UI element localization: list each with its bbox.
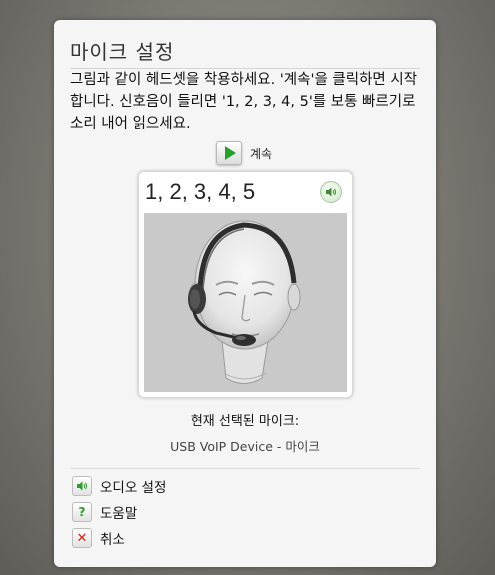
microphone-setup-dialog: 마이크 설정 그림과 같이 헤드셋을 착용하세요. '계속'을 클릭하면 시작합…	[54, 20, 436, 567]
headset-face-illustration	[144, 213, 347, 392]
continue-label: 계속	[250, 146, 273, 161]
links-divider	[70, 468, 420, 469]
audio-settings-label: 오디오 설정	[100, 480, 167, 496]
close-icon: ✕	[72, 528, 92, 548]
count-text: 1, 2, 3, 4, 5	[145, 179, 256, 204]
current-mic-label: 현재 선택된 마이크:	[190, 414, 300, 429]
dialog-title: 마이크 설정	[70, 40, 175, 64]
question-icon: ?	[72, 502, 92, 522]
help-link[interactable]: ? 도움말	[72, 502, 137, 522]
cancel-link[interactable]: ✕ 취소	[72, 528, 125, 548]
device-name: USB VoIP Device - 마이크	[170, 439, 320, 454]
cancel-label: 취소	[100, 532, 125, 548]
instructions-text: 그림과 같이 헤드셋을 착용하세요. '계속'을 클릭하면 시작합니다. 신호음…	[70, 72, 418, 132]
continue-button[interactable]: 계속	[216, 141, 272, 165]
speaker-icon	[72, 476, 92, 496]
speaker-icon[interactable]	[320, 181, 342, 203]
audio-settings-link[interactable]: 오디오 설정	[72, 476, 166, 496]
help-label: 도움말	[100, 506, 138, 522]
headset-card: 1, 2, 3, 4, 5	[138, 171, 353, 398]
play-icon	[216, 141, 242, 165]
